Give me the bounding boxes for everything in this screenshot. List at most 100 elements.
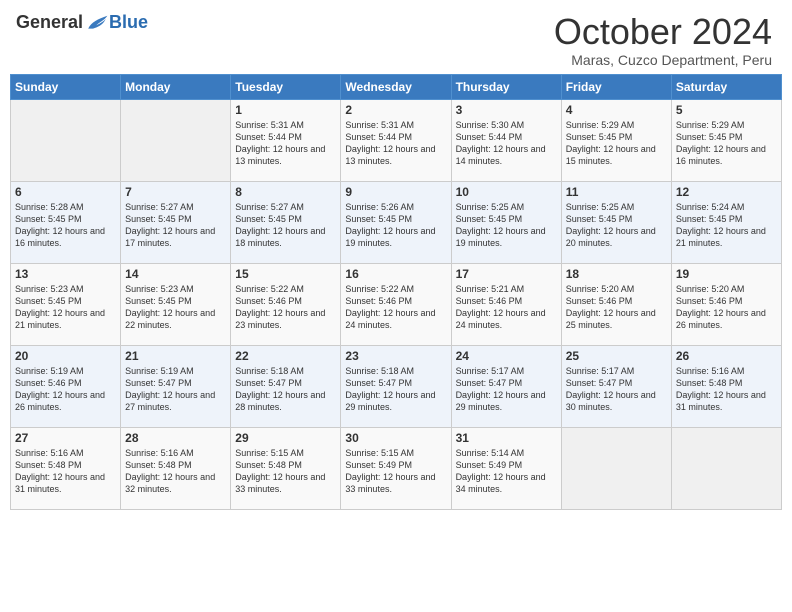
col-header-wednesday: Wednesday [341,74,451,99]
day-number: 3 [456,103,557,117]
cell-content: Sunrise: 5:22 AMSunset: 5:46 PMDaylight:… [345,283,446,332]
calendar-cell: 6 Sunrise: 5:28 AMSunset: 5:45 PMDaylight… [11,181,121,263]
cell-content: Sunrise: 5:18 AMSunset: 5:47 PMDaylight:… [235,365,336,414]
calendar-cell: 17 Sunrise: 5:21 AMSunset: 5:46 PMDayligh… [451,263,561,345]
day-number: 7 [125,185,226,199]
cell-content: Sunrise: 5:27 AMSunset: 5:45 PMDaylight:… [235,201,336,250]
day-number: 1 [235,103,336,117]
col-header-monday: Monday [121,74,231,99]
cell-content: Sunrise: 5:23 AMSunset: 5:45 PMDaylight:… [15,283,116,332]
title-block: October 2024 Maras, Cuzco Department, Pe… [554,12,772,68]
calendar-cell: 8Sunrise: 5:27 AMSunset: 5:45 PMDaylight… [231,181,341,263]
cell-content: Sunrise: 5:14 AMSunset: 5:49 PMDaylight:… [456,447,557,496]
calendar-cell: 7 Sunrise: 5:27 AMSunset: 5:45 PMDaylight… [121,181,231,263]
cell-content: Sunrise: 5:23 AMSunset: 5:45 PMDaylight:… [125,283,226,332]
location-text: Maras, Cuzco Department, Peru [554,52,772,68]
calendar-table: SundayMondayTuesdayWednesdayThursdayFrid… [10,74,782,510]
day-number: 26 [676,349,777,363]
cell-content: Sunrise: 5:27 AMSunset: 5:45 PMDaylight:… [125,201,226,250]
calendar-cell: 22Sunrise: 5:18 AMSunset: 5:47 PMDayligh… [231,345,341,427]
header-row: SundayMondayTuesdayWednesdayThursdayFrid… [11,74,782,99]
calendar-cell: 12 Sunrise: 5:24 AMSunset: 5:45 PMDayligh… [671,181,781,263]
cell-content: Sunrise: 5:20 AMSunset: 5:46 PMDaylight:… [676,283,777,332]
cell-content: Sunrise: 5:31 AMSunset: 5:44 PMDaylight:… [235,119,336,168]
cell-content: Sunrise: 5:30 AMSunset: 5:44 PMDaylight:… [456,119,557,168]
week-row-4: 20Sunrise: 5:19 AMSunset: 5:46 PMDayligh… [11,345,782,427]
logo-bird-icon [85,13,109,33]
calendar-cell: 20Sunrise: 5:19 AMSunset: 5:46 PMDayligh… [11,345,121,427]
day-number: 10 [456,185,557,199]
calendar-cell [671,427,781,509]
calendar-cell: 1 Sunrise: 5:31 AMSunset: 5:44 PMDaylight… [231,99,341,181]
calendar-cell: 3 Sunrise: 5:30 AMSunset: 5:44 PMDaylight… [451,99,561,181]
calendar-cell: 2 Sunrise: 5:31 AMSunset: 5:44 PMDaylight… [341,99,451,181]
logo-general-text: General [16,12,83,33]
cell-content: Sunrise: 5:16 AMSunset: 5:48 PMDaylight:… [15,447,116,496]
day-number: 9 [345,185,446,199]
day-number: 27 [15,431,116,445]
cell-content: Sunrise: 5:18 AMSunset: 5:47 PMDaylight:… [345,365,446,414]
cell-content: Sunrise: 5:16 AMSunset: 5:48 PMDaylight:… [676,365,777,414]
day-number: 21 [125,349,226,363]
day-number: 12 [676,185,777,199]
day-number: 30 [345,431,446,445]
calendar-cell: 27 Sunrise: 5:16 AMSunset: 5:48 PMDayligh… [11,427,121,509]
week-row-2: 6 Sunrise: 5:28 AMSunset: 5:45 PMDaylight… [11,181,782,263]
calendar-cell: 24Sunrise: 5:17 AMSunset: 5:47 PMDayligh… [451,345,561,427]
cell-content: Sunrise: 5:17 AMSunset: 5:47 PMDaylight:… [456,365,557,414]
day-number: 16 [345,267,446,281]
cell-content: Sunrise: 5:21 AMSunset: 5:46 PMDaylight:… [456,283,557,332]
day-number: 29 [235,431,336,445]
day-number: 13 [15,267,116,281]
calendar-cell: 25Sunrise: 5:17 AMSunset: 5:47 PMDayligh… [561,345,671,427]
calendar-cell: 15 Sunrise: 5:22 AMSunset: 5:46 PMDayligh… [231,263,341,345]
calendar-cell: 4Sunrise: 5:29 AMSunset: 5:45 PMDaylight… [561,99,671,181]
calendar-cell [11,99,121,181]
cell-content: Sunrise: 5:19 AMSunset: 5:47 PMDaylight:… [125,365,226,414]
cell-content: Sunrise: 5:26 AMSunset: 5:45 PMDaylight:… [345,201,446,250]
calendar-cell: 13 Sunrise: 5:23 AMSunset: 5:45 PMDayligh… [11,263,121,345]
calendar-cell: 28 Sunrise: 5:16 AMSunset: 5:48 PMDayligh… [121,427,231,509]
cell-content: Sunrise: 5:24 AMSunset: 5:45 PMDaylight:… [676,201,777,250]
day-number: 28 [125,431,226,445]
day-number: 18 [566,267,667,281]
cell-content: Sunrise: 5:31 AMSunset: 5:44 PMDaylight:… [345,119,446,168]
cell-content: Sunrise: 5:15 AMSunset: 5:48 PMDaylight:… [235,447,336,496]
calendar-cell: 23 Sunrise: 5:18 AMSunset: 5:47 PMDayligh… [341,345,451,427]
day-number: 14 [125,267,226,281]
calendar-cell: 29 Sunrise: 5:15 AMSunset: 5:48 PMDayligh… [231,427,341,509]
calendar-cell: 11 Sunrise: 5:25 AMSunset: 5:45 PMDayligh… [561,181,671,263]
cell-content: Sunrise: 5:25 AMSunset: 5:45 PMDaylight:… [456,201,557,250]
calendar: SundayMondayTuesdayWednesdayThursdayFrid… [0,74,792,612]
day-number: 11 [566,185,667,199]
col-header-thursday: Thursday [451,74,561,99]
day-number: 17 [456,267,557,281]
col-header-friday: Friday [561,74,671,99]
day-number: 5 [676,103,777,117]
day-number: 6 [15,185,116,199]
calendar-cell: 31 Sunrise: 5:14 AMSunset: 5:49 PMDayligh… [451,427,561,509]
calendar-cell: 9 Sunrise: 5:26 AMSunset: 5:45 PMDaylight… [341,181,451,263]
calendar-cell: 30 Sunrise: 5:15 AMSunset: 5:49 PMDayligh… [341,427,451,509]
logo: General Blue [16,12,148,33]
day-number: 2 [345,103,446,117]
day-number: 15 [235,267,336,281]
col-header-sunday: Sunday [11,74,121,99]
cell-content: Sunrise: 5:29 AMSunset: 5:45 PMDaylight:… [676,119,777,168]
page: General Blue October 2024 Maras, Cuzco D… [0,0,792,612]
cell-content: Sunrise: 5:28 AMSunset: 5:45 PMDaylight:… [15,201,116,250]
cell-content: Sunrise: 5:22 AMSunset: 5:46 PMDaylight:… [235,283,336,332]
calendar-cell: 10 Sunrise: 5:25 AMSunset: 5:45 PMDayligh… [451,181,561,263]
week-row-1: 1 Sunrise: 5:31 AMSunset: 5:44 PMDaylight… [11,99,782,181]
day-number: 23 [345,349,446,363]
cell-content: Sunrise: 5:25 AMSunset: 5:45 PMDaylight:… [566,201,667,250]
day-number: 20 [15,349,116,363]
day-number: 31 [456,431,557,445]
month-title: October 2024 [554,12,772,52]
week-row-3: 13 Sunrise: 5:23 AMSunset: 5:45 PMDayligh… [11,263,782,345]
calendar-cell [121,99,231,181]
day-number: 4 [566,103,667,117]
cell-content: Sunrise: 5:15 AMSunset: 5:49 PMDaylight:… [345,447,446,496]
cell-content: Sunrise: 5:16 AMSunset: 5:48 PMDaylight:… [125,447,226,496]
cell-content: Sunrise: 5:20 AMSunset: 5:46 PMDaylight:… [566,283,667,332]
